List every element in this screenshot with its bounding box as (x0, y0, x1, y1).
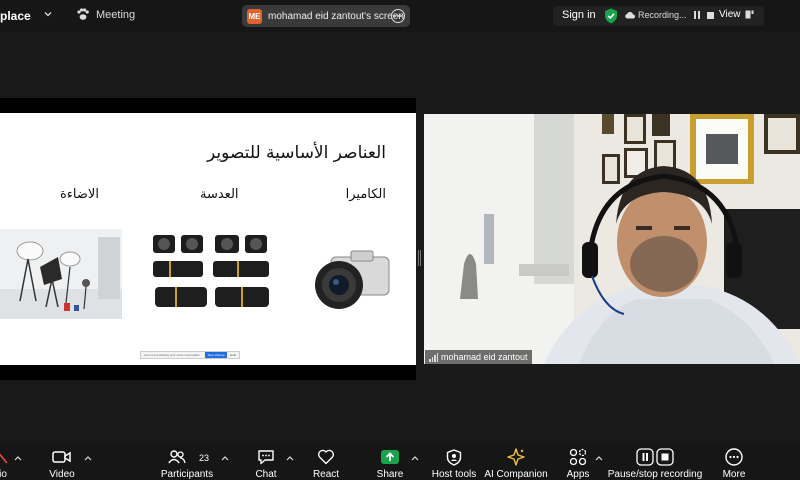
ai-companion-label: AI Companion (484, 469, 548, 480)
share-label: mohamad eid zantout's screen (268, 10, 404, 22)
react-button[interactable]: React (310, 443, 342, 480)
label-lighting: الاضاءة (60, 187, 99, 202)
pause-icon[interactable] (693, 11, 700, 19)
meeting-label: Meeting (96, 8, 136, 21)
stop-sharing-button[interactable]: Stop sharing (205, 352, 227, 358)
recording-status[interactable]: Recording... (624, 10, 714, 20)
apps-button[interactable]: Apps (562, 443, 594, 480)
share-arrow-icon (381, 450, 399, 464)
chat-options-caret[interactable] (286, 455, 294, 461)
pause-stop-recording-label: Pause/stop recording (607, 469, 703, 480)
chat-button[interactable]: Chat (250, 443, 282, 480)
share-label: Share (376, 469, 404, 480)
audio-options-caret[interactable] (14, 455, 22, 461)
more-dots-icon (725, 448, 743, 466)
signal-bars-icon (429, 352, 438, 362)
view-icon (745, 10, 753, 19)
shield-check-icon[interactable] (604, 8, 618, 24)
video-icon (52, 451, 71, 463)
participants-label: Participants (160, 469, 214, 480)
screen-share-indicator[interactable]: ME mohamad eid zantout's screen (242, 5, 410, 27)
paw-icon (77, 8, 89, 20)
apps-icon (569, 448, 587, 466)
participants-icon (168, 450, 186, 464)
share-screen-button[interactable]: Share (374, 443, 406, 480)
ai-sparkle-icon (507, 448, 525, 466)
lenses-image (145, 229, 275, 319)
label-camera: الكاميرا (345, 187, 386, 202)
app-label[interactable]: place (0, 9, 31, 23)
participants-options-caret[interactable] (221, 455, 229, 461)
share-avatar-badge: ME (247, 8, 262, 24)
host-tools-icon (446, 448, 462, 466)
react-icon (317, 449, 335, 465)
sign-in-button[interactable]: Sign in (562, 9, 596, 21)
mic-muted-icon (0, 453, 8, 464)
react-label: React (312, 469, 340, 480)
chat-icon (258, 450, 274, 465)
meeting-toolbar: io Video Participants Chat React Share H… (0, 443, 800, 480)
view-button[interactable]: View (719, 9, 754, 20)
top-bar: place Meeting ME mohamad eid zantout's s… (0, 0, 800, 32)
participant-name-tag: mohamad eid zantout (425, 350, 532, 364)
video-button[interactable]: Video (42, 443, 82, 480)
label-lens: العدسة (200, 187, 239, 202)
video-options-caret[interactable] (84, 455, 92, 461)
share-options-caret[interactable] (411, 455, 419, 461)
view-splitter-handle[interactable] (418, 250, 421, 266)
video-label: Video (49, 469, 75, 480)
hide-button[interactable]: Hide (230, 353, 236, 357)
pause-stop-icon (636, 448, 674, 466)
host-tools-label: Host tools (431, 469, 477, 480)
camera-image (295, 243, 405, 313)
presentation-slide: العناصر الأساسية للتصوير الكاميرا العدسة… (0, 113, 416, 365)
top-right-controls: Sign in Recording... View (553, 6, 764, 26)
recording-label: Recording... (638, 10, 687, 20)
chat-label: Chat (255, 469, 277, 480)
stop-icon[interactable] (706, 11, 714, 19)
participants-count: 23 (199, 453, 210, 463)
cloud-icon (625, 11, 635, 19)
more-label: More (722, 469, 746, 480)
shared-screen: العناصر الأساسية للتصوير الكاميرا العدسة… (0, 98, 416, 380)
slide-title: العناصر الأساسية للتصوير (207, 143, 386, 163)
pause-stop-recording-button[interactable]: Pause/stop recording (607, 443, 703, 480)
view-label: View (719, 9, 741, 20)
apps-options-caret[interactable] (595, 455, 603, 461)
ai-companion-button[interactable]: AI Companion (484, 443, 548, 480)
mouse-cursor (162, 200, 165, 204)
audio-label: io (0, 469, 7, 480)
more-button[interactable]: More (718, 443, 750, 480)
lighting-studio-image (0, 229, 122, 319)
more-icon[interactable] (391, 9, 405, 23)
participant-video[interactable] (424, 114, 800, 364)
audio-button[interactable]: io (0, 443, 10, 480)
meeting-info-button[interactable]: Meeting (76, 8, 135, 21)
participant-name: mohamad eid zantout (441, 352, 528, 362)
apps-label: Apps (566, 469, 590, 480)
video-frame (424, 114, 800, 364)
chevron-down-icon[interactable] (44, 10, 52, 18)
host-tools-button[interactable]: Host tools (430, 443, 478, 480)
